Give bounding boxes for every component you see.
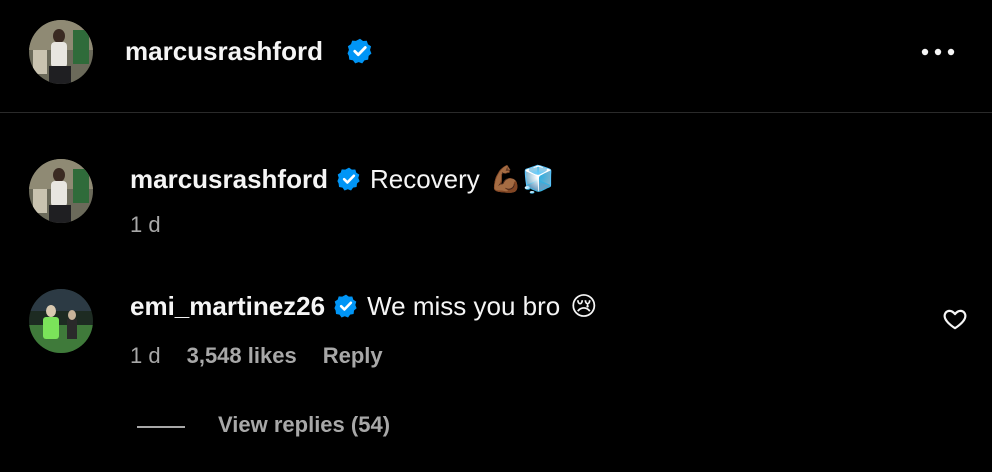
verified-badge-icon <box>347 38 372 64</box>
avatar[interactable] <box>29 20 93 84</box>
profile-photo <box>29 289 93 353</box>
comment-emoji: 😢 <box>570 290 598 321</box>
caption-text: Recovery <box>369 163 480 194</box>
verified-badge-icon <box>334 294 357 318</box>
profile-photo <box>29 20 93 84</box>
comment-timestamp: 1 d <box>130 343 161 368</box>
caption: marcusrashford Recovery 💪🏾🧊 <box>130 162 555 196</box>
comment-text: We miss you bro <box>367 290 561 321</box>
comment-likes[interactable]: 3,548 likes <box>187 343 297 369</box>
comment: emi_martinez26 We miss you bro 😢 <box>130 289 597 323</box>
comment-meta: 1 d 3,548 likes Reply <box>130 343 383 369</box>
reply-button[interactable]: Reply <box>323 343 383 369</box>
divider <box>0 112 992 113</box>
profile-photo <box>29 159 93 223</box>
caption-avatar[interactable] <box>29 159 93 223</box>
header-username[interactable]: marcusrashford <box>125 35 323 67</box>
caption-emojis: 💪🏾🧊 <box>489 163 555 194</box>
verified-badge-icon <box>337 167 360 191</box>
replies-divider-line <box>137 426 185 428</box>
view-replies-button[interactable]: View replies (54) <box>218 412 390 438</box>
post-header: marcusrashford <box>0 0 992 112</box>
more-options-button[interactable] <box>918 38 958 66</box>
caption-username[interactable]: marcusrashford <box>130 164 328 195</box>
like-comment-button[interactable] <box>942 306 968 332</box>
more-horizontal-icon <box>921 48 955 56</box>
comment-username[interactable]: emi_martinez26 <box>130 291 325 322</box>
heart-icon <box>943 309 967 330</box>
caption-timestamp: 1 d <box>130 212 161 237</box>
comment-avatar[interactable] <box>29 289 93 353</box>
